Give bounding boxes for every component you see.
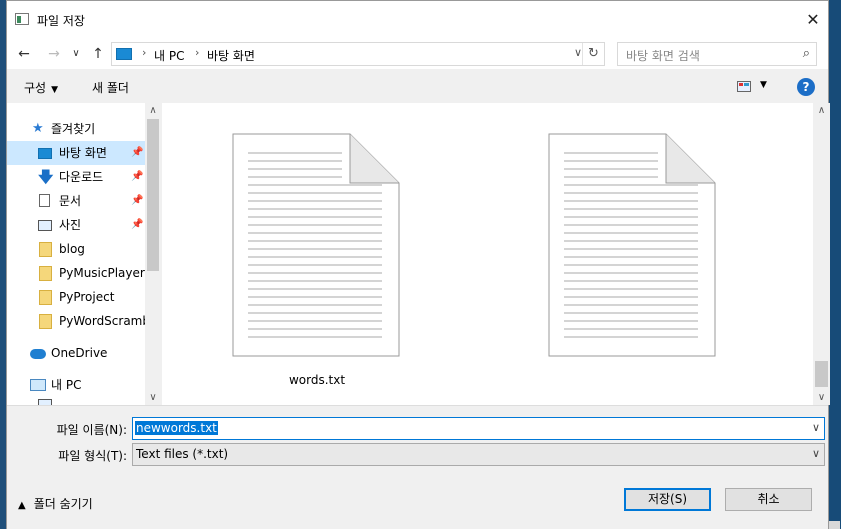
navigation-pane: ★ 즐겨찾기 바탕 화면 📌 🡇 다운로드 📌 문서 📌 사진 📌 blog P… [7, 103, 161, 405]
scroll-up-icon[interactable]: ∧ [145, 105, 161, 116]
sidebar-item-label: PyMusicPlayerPr [59, 266, 145, 280]
back-button[interactable]: ← [13, 43, 35, 65]
search-input[interactable]: 바탕 화면 검색 ⌕ [617, 42, 817, 66]
onedrive-icon [30, 349, 46, 359]
hide-folders-button[interactable]: ▲ 폴더 숨기기 [18, 495, 93, 512]
folder-icon [39, 314, 52, 329]
file-name: words.txt [288, 373, 346, 387]
desktop-icon [116, 48, 132, 60]
sidebar-item-quick-access[interactable]: ★ 즐겨찾기 [7, 117, 145, 141]
chevron-down-icon[interactable]: ∨ [812, 421, 820, 434]
file-list: words.txt ∧ ∨ [162, 103, 830, 405]
caret-down-icon: ▼ [51, 85, 59, 95]
up-button[interactable]: ↑ [87, 43, 109, 65]
filetype-select[interactable]: Text files (*.txt) ∨ [132, 443, 825, 466]
change-view-icon[interactable] [737, 81, 751, 92]
sidebar-item-pictures[interactable]: 사진 📌 [7, 213, 145, 237]
sidebar-item-label: 즐겨찾기 [51, 122, 96, 136]
chevron-up-icon: ▲ [18, 500, 26, 511]
sidebar-item-pywordscramble[interactable]: PyWordScrambl [7, 309, 145, 333]
refresh-button[interactable]: ↻ [582, 43, 604, 65]
folder-icon [39, 266, 52, 281]
organize-button[interactable]: 구성 ▼ [24, 79, 58, 96]
navigation-bar: ← → ∨ ↑ › 내 PC › 바탕 화면 ∨ ↻ 바탕 화면 검색 ⌕ [7, 39, 828, 69]
sidebar-item-label: blog [59, 242, 85, 256]
filename-value: newwords.txt [135, 421, 218, 435]
save-button[interactable]: 저장(S) [624, 488, 711, 511]
pin-icon: 📌 [131, 171, 144, 182]
sidebar-item-label: OneDrive [51, 346, 108, 360]
scroll-down-icon[interactable]: ∨ [813, 392, 830, 403]
text-file-icon [232, 133, 400, 357]
sidebar-item-pymusicplayer[interactable]: PyMusicPlayerPr [7, 261, 145, 285]
sidebar-item-downloads[interactable]: 🡇 다운로드 📌 [7, 165, 145, 189]
sidebar-item-onedrive[interactable]: OneDrive [7, 341, 145, 365]
sidebar-item-pyproject[interactable]: PyProject [7, 285, 145, 309]
scrollbar-thumb[interactable] [147, 119, 159, 271]
download-icon: 🡇 [38, 168, 54, 186]
scrollbar-thumb[interactable] [815, 361, 828, 387]
pin-icon: 📌 [131, 195, 144, 206]
document-icon [39, 194, 50, 207]
chevron-down-icon[interactable]: ∨ [812, 447, 820, 460]
folder-icon [39, 242, 52, 257]
chevron-down-icon[interactable]: ∨ [574, 46, 582, 59]
sidebar-item-desktop[interactable]: 바탕 화면 📌 [7, 141, 145, 165]
hide-folders-label: 폴더 숨기기 [33, 497, 93, 511]
recent-locations-dropdown[interactable]: ∨ [65, 43, 87, 65]
folder-icon [39, 290, 52, 305]
sidebar-item-label: PyProject [59, 290, 115, 304]
star-icon: ★ [32, 121, 44, 136]
sidebar-item-partial [7, 397, 145, 405]
save-file-dialog: 파일 저장 ✕ ← → ∨ ↑ › 내 PC › 바탕 화면 ∨ ↻ 바탕 화면… [6, 0, 830, 529]
app-icon [15, 13, 29, 25]
sidebar-item-this-pc[interactable]: 내 PC [7, 373, 145, 397]
navigation-scrollbar[interactable]: ∧ ∨ [145, 103, 161, 405]
file-list-scrollbar[interactable]: ∧ ∨ [813, 103, 830, 405]
computer-icon [30, 379, 46, 391]
sidebar-item-label: PyWordScrambl [59, 314, 145, 328]
filetype-value: Text files (*.txt) [136, 447, 229, 461]
desktop-background-right [829, 0, 841, 529]
save-options-panel: 파일 이름(N): newwords.txt ∨ 파일 형식(T): Text … [7, 405, 828, 529]
search-placeholder: 바탕 화면 검색 [626, 49, 700, 63]
cancel-button[interactable]: 취소 [725, 488, 812, 511]
organize-label: 구성 [24, 81, 47, 95]
sidebar-item-label: 문서 [59, 194, 82, 208]
breadcrumb-desktop[interactable]: 바탕 화면 [207, 47, 255, 64]
breadcrumb-this-pc[interactable]: 내 PC [154, 47, 184, 64]
filetype-label: 파일 형식(T): [58, 449, 127, 463]
file-item[interactable]: words.txt [232, 133, 402, 403]
forward-button[interactable]: → [43, 43, 65, 65]
sidebar-item-label: 내 PC [51, 378, 82, 392]
sidebar-item-label: 바탕 화면 [59, 146, 107, 160]
dialog-title: 파일 저장 [37, 14, 85, 28]
filename-field[interactable]: newwords.txt ∨ [132, 417, 825, 440]
title-bar: 파일 저장 ✕ [7, 1, 828, 39]
text-file-icon [548, 133, 716, 357]
caret-down-icon[interactable]: ▼ [760, 80, 767, 90]
address-bar[interactable]: › 내 PC › 바탕 화면 ∨ ↻ [111, 42, 605, 66]
chevron-right-icon: › [142, 46, 147, 59]
chevron-right-icon: › [195, 46, 200, 59]
close-button[interactable]: ✕ [798, 7, 828, 33]
desktop-icon [38, 148, 52, 159]
scroll-down-icon[interactable]: ∨ [145, 392, 161, 403]
pin-icon: 📌 [131, 147, 144, 158]
filename-label: 파일 이름(N): [56, 423, 127, 437]
pictures-icon [38, 220, 52, 231]
pin-icon: 📌 [131, 219, 144, 230]
command-toolbar: 구성 ▼ 새 폴더 ▼ ? [7, 69, 828, 103]
search-icon: ⌕ [802, 46, 810, 61]
sidebar-item-blog[interactable]: blog [7, 237, 145, 261]
sidebar-item-label: 다운로드 [59, 170, 104, 184]
sidebar-item-label: 사진 [59, 218, 82, 232]
scroll-up-icon[interactable]: ∧ [813, 105, 830, 116]
sidebar-item-documents[interactable]: 문서 📌 [7, 189, 145, 213]
help-icon[interactable]: ? [797, 78, 815, 96]
file-item[interactable] [548, 133, 718, 403]
new-folder-button[interactable]: 새 폴더 [92, 79, 129, 96]
